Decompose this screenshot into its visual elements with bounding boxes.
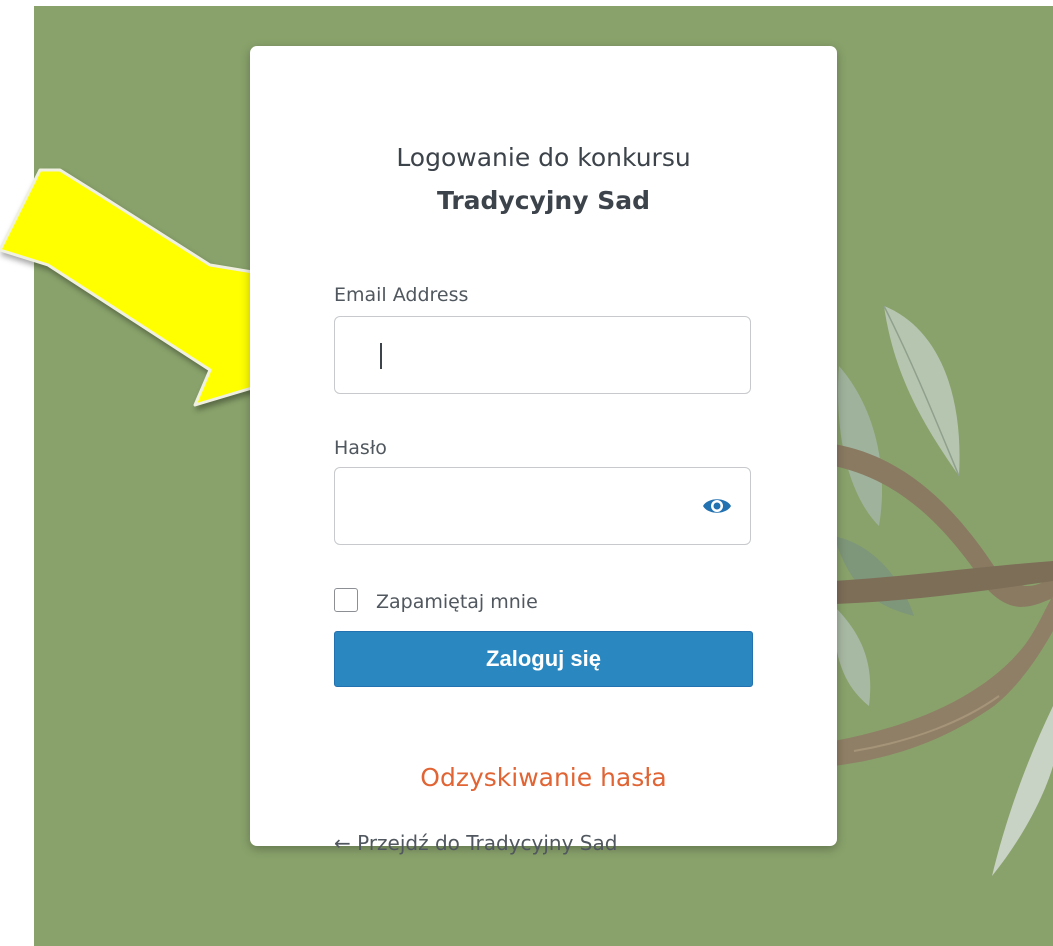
back-to-site-link[interactable]: ← Przejdź do Tradycyjny Sad [334,830,617,856]
email-field[interactable] [334,316,751,394]
recover-password-link[interactable]: Odzyskiwanie hasła [250,762,837,794]
remember-me-checkbox[interactable] [334,588,358,612]
site-name: Tradycyjny Sad [437,186,650,215]
login-button[interactable]: Zaloguj się [334,631,753,687]
page-title: Logowanie do konkursu [396,143,691,172]
email-label: Email Address [334,284,469,306]
password-field[interactable] [334,467,751,545]
login-card: Logowanie do konkursu Tradycyjny Sad Ema… [250,46,837,855]
text-caret [380,343,382,369]
screen: Logowanie do konkursu Tradycyjny Sad Ema… [0,0,1053,946]
password-label: Hasło [334,437,387,459]
eye-icon[interactable] [702,495,732,517]
remember-me-label[interactable]: Zapamiętaj mnie [376,590,538,614]
